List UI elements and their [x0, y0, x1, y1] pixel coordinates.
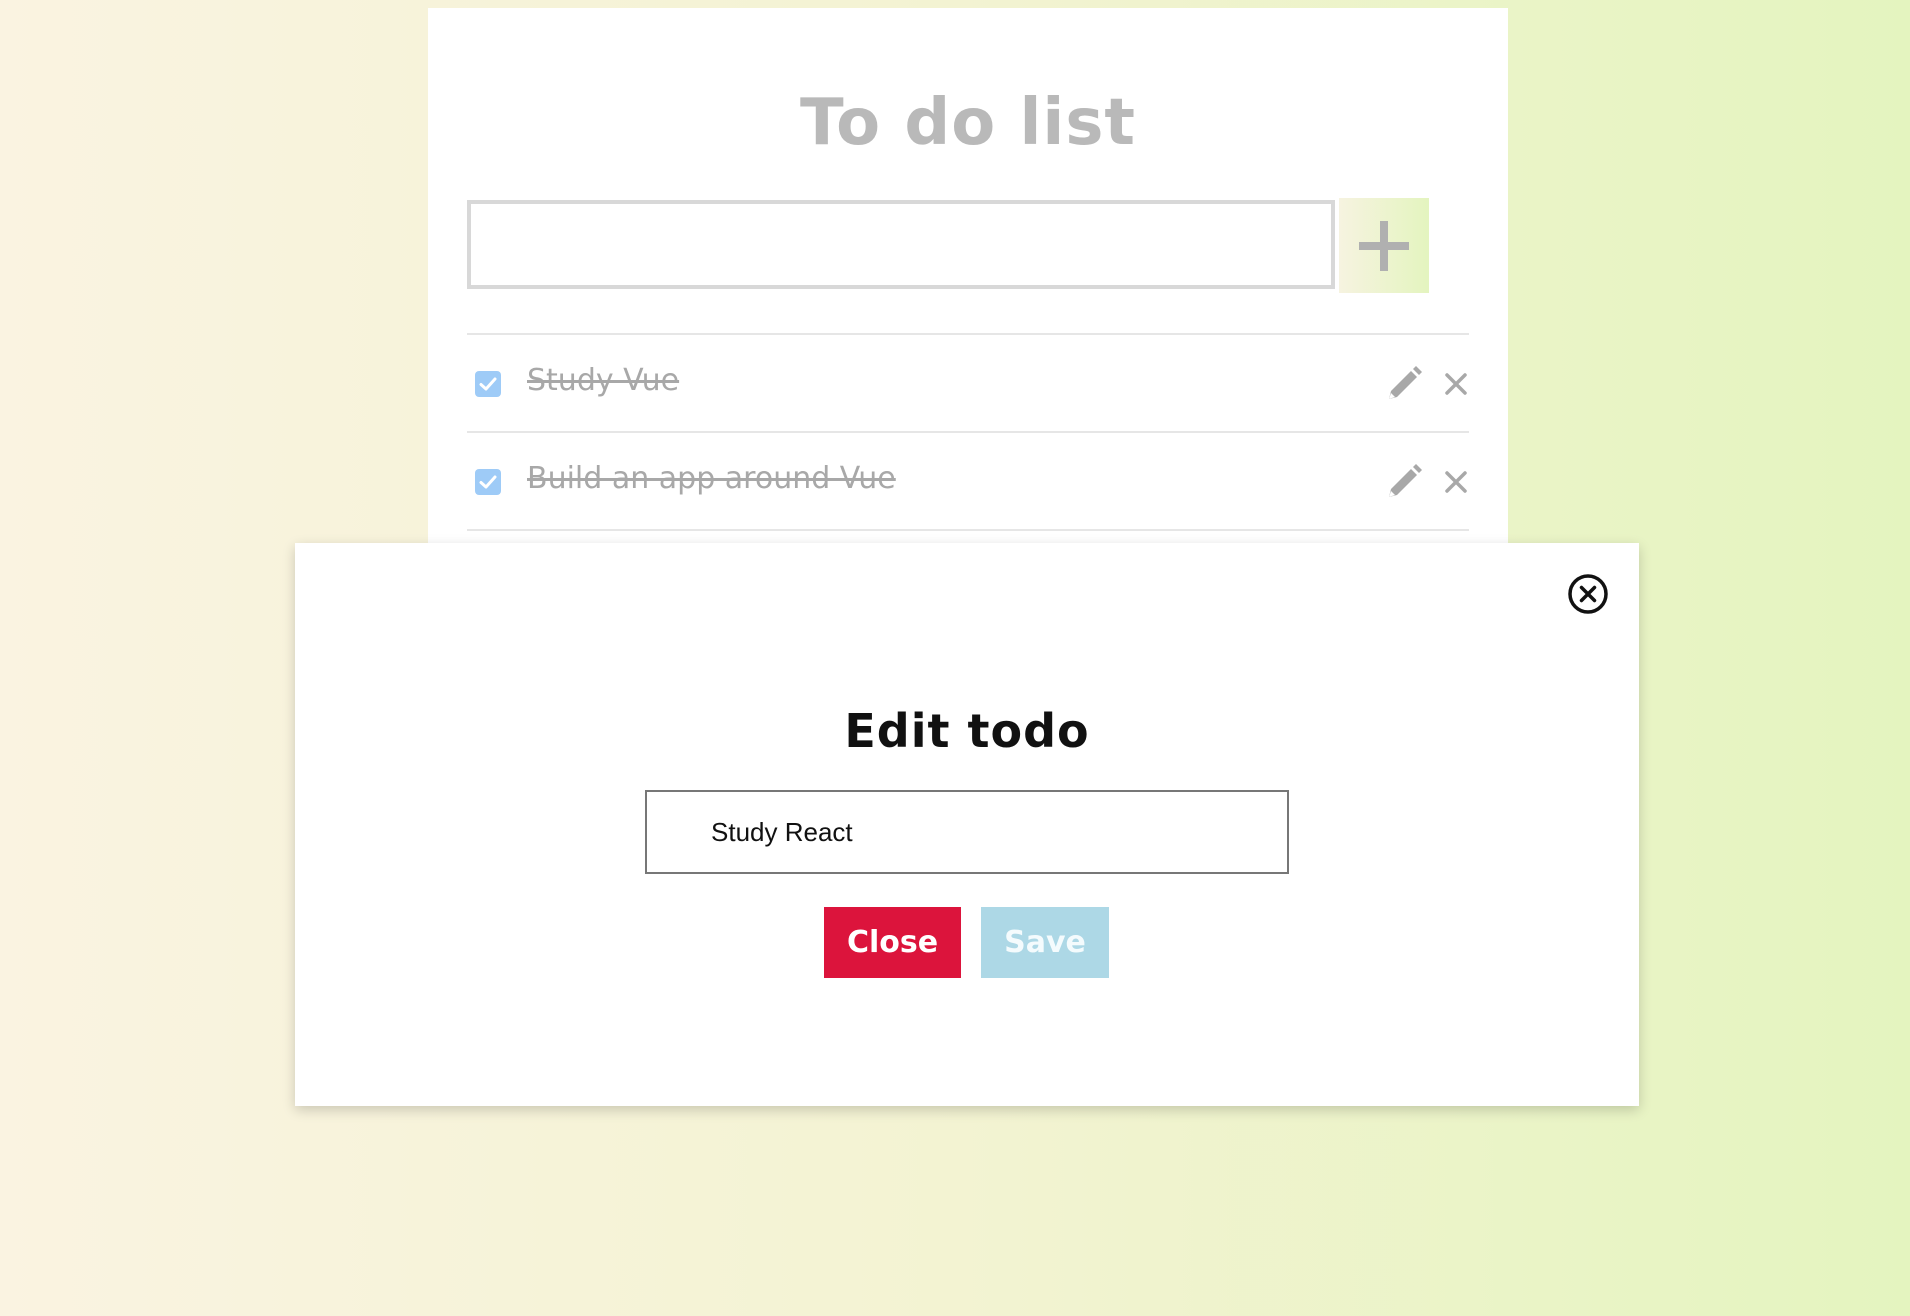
close-icon — [1445, 373, 1467, 395]
todo-text: Study Vue — [527, 363, 680, 398]
todo-checkbox[interactable] — [475, 371, 501, 397]
new-todo-input[interactable] — [467, 200, 1335, 289]
todo-checkbox[interactable] — [475, 469, 501, 495]
checkmark-icon — [479, 377, 497, 391]
modal-close-button[interactable] — [1567, 573, 1609, 615]
list-item: Study Vue — [467, 335, 1469, 433]
todo-card: To do list Study Vue Build an app around… — [428, 8, 1508, 548]
save-button[interactable]: Save — [981, 907, 1109, 978]
edit-todo-button[interactable] — [1385, 463, 1423, 501]
edit-todo-button[interactable] — [1385, 365, 1423, 403]
list-item: Build an app around Vue — [467, 433, 1469, 531]
add-todo-button[interactable] — [1339, 198, 1429, 293]
edit-todo-modal: Edit todo Close Save — [295, 543, 1639, 1106]
pencil-icon — [1389, 366, 1422, 399]
checkmark-icon — [479, 475, 497, 489]
delete-todo-button[interactable] — [1443, 371, 1469, 397]
edit-todo-input[interactable] — [645, 790, 1289, 874]
todo-text: Build an app around Vue — [527, 461, 896, 496]
close-circle-icon — [1568, 574, 1608, 614]
modal-title: Edit todo — [844, 704, 1090, 758]
plus-icon — [1359, 220, 1409, 271]
close-icon — [1445, 471, 1467, 493]
todo-list: Study Vue Build an app around Vue — [467, 333, 1469, 531]
close-button[interactable]: Close — [824, 907, 961, 978]
delete-todo-button[interactable] — [1443, 469, 1469, 495]
page-title: To do list — [799, 86, 1137, 160]
pencil-icon — [1389, 464, 1422, 497]
